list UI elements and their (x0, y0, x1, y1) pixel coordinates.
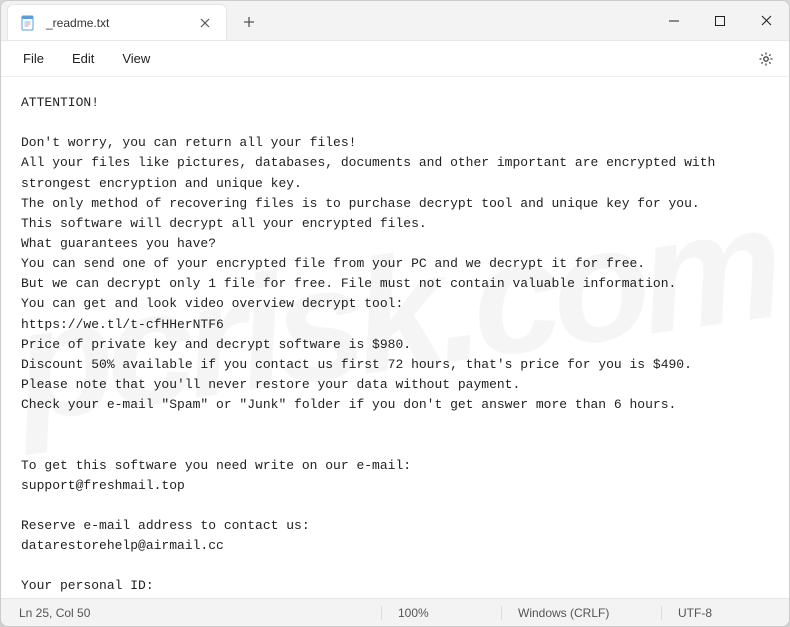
notepad-icon (20, 15, 36, 31)
settings-button[interactable] (751, 44, 781, 74)
menu-edit[interactable]: Edit (58, 45, 108, 72)
tab-strip: _readme.txt (1, 1, 651, 40)
tab-close-button[interactable] (194, 12, 216, 34)
status-line-ending[interactable]: Windows (CRLF) (501, 606, 661, 620)
notepad-window: pcrisk.com _readme.txt (0, 0, 790, 627)
window-controls (651, 1, 789, 40)
document-tab[interactable]: _readme.txt (7, 4, 227, 40)
menu-view[interactable]: View (108, 45, 164, 72)
new-tab-button[interactable] (231, 4, 267, 40)
titlebar: _readme.txt (1, 1, 789, 41)
maximize-button[interactable] (697, 1, 743, 40)
menu-file[interactable]: File (9, 45, 58, 72)
status-position: Ln 25, Col 50 (19, 606, 381, 620)
status-encoding[interactable]: UTF-8 (661, 606, 771, 620)
statusbar: Ln 25, Col 50 100% Windows (CRLF) UTF-8 (1, 598, 789, 626)
tab-title: _readme.txt (46, 16, 184, 30)
minimize-button[interactable] (651, 1, 697, 40)
menubar: File Edit View (1, 41, 789, 77)
text-editor[interactable]: ATTENTION! Don't worry, you can return a… (1, 77, 789, 598)
status-zoom[interactable]: 100% (381, 606, 501, 620)
gear-icon (758, 51, 774, 67)
document-text: ATTENTION! Don't worry, you can return a… (21, 95, 723, 598)
close-button[interactable] (743, 1, 789, 40)
